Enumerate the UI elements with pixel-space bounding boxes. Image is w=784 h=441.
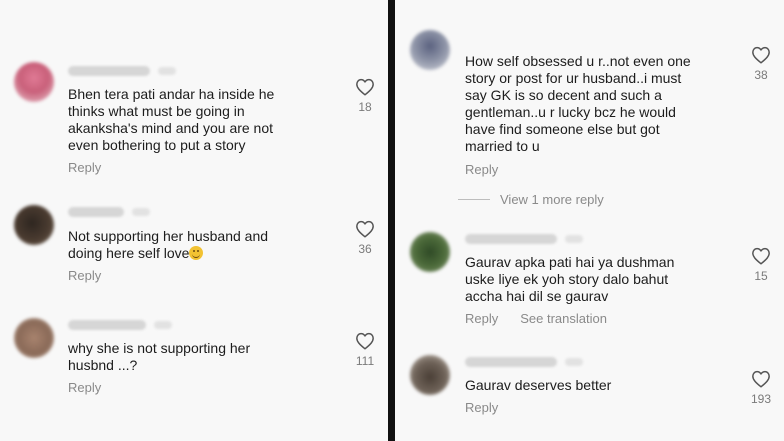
reply-button[interactable]: Reply — [465, 311, 498, 326]
like-count: 38 — [754, 68, 768, 82]
heart-outline-icon — [356, 220, 374, 238]
like-count: 15 — [754, 269, 768, 283]
like-button[interactable]: 15 — [749, 247, 773, 283]
like-count: 193 — [750, 392, 772, 406]
view-more-replies-button[interactable]: View 1 more reply — [458, 192, 604, 207]
like-count: 36 — [358, 242, 372, 256]
username-blurred[interactable] — [68, 207, 124, 217]
heart-outline-icon — [752, 370, 770, 388]
heart-outline-icon — [356, 332, 374, 350]
comment-text: why she is not supporting her husbnd ...… — [68, 340, 251, 373]
timestamp-blurred — [154, 321, 172, 329]
avatar[interactable] — [410, 232, 450, 272]
username-blurred[interactable] — [465, 234, 557, 244]
reply-button[interactable]: Reply — [465, 162, 498, 177]
timestamp-blurred — [132, 208, 150, 216]
reply-button[interactable]: Reply — [465, 400, 498, 415]
reply-button[interactable]: Reply — [68, 268, 101, 283]
panel-divider — [388, 0, 395, 441]
avatar[interactable] — [14, 205, 54, 245]
see-translation-button[interactable]: See translation — [520, 311, 607, 326]
comment-text: Gaurav apka pati hai ya dushman uske liy… — [465, 254, 675, 304]
timestamp-blurred — [565, 358, 583, 366]
avatar[interactable] — [14, 62, 54, 102]
like-button[interactable]: 193 — [749, 370, 773, 406]
heart-outline-icon — [752, 46, 770, 64]
heart-outline-icon — [356, 78, 374, 96]
username-blurred[interactable] — [68, 320, 146, 330]
like-button[interactable]: 36 — [353, 220, 377, 256]
like-button[interactable]: 18 — [353, 78, 377, 114]
timestamp-blurred — [158, 67, 176, 75]
heart-outline-icon — [752, 247, 770, 265]
reply-button[interactable]: Reply — [68, 380, 101, 395]
like-count: 18 — [358, 100, 372, 114]
avatar[interactable] — [14, 318, 54, 358]
comment-text: Gaurav deserves better — [465, 377, 612, 393]
smiling-face-emoji — [189, 246, 204, 260]
comment-text: How self obsessed u r..not even one stor… — [465, 53, 691, 154]
comment-text: Bhen tera pati andar ha inside he thinks… — [68, 86, 275, 153]
reply-button[interactable]: Reply — [68, 160, 101, 175]
view-more-line — [458, 199, 490, 200]
timestamp-blurred — [565, 235, 583, 243]
username-blurred[interactable] — [68, 66, 150, 76]
view-more-label: View 1 more reply — [500, 192, 604, 207]
like-count: 111 — [355, 354, 375, 368]
like-button[interactable]: 111 — [353, 332, 377, 368]
like-button[interactable]: 38 — [749, 46, 773, 82]
left-comments-panel — [0, 0, 388, 441]
comment-text-body: Not supporting her husband and doing her… — [68, 228, 269, 261]
avatar[interactable] — [410, 355, 450, 395]
comment-text: Not supporting her husband and doing her… — [68, 228, 338, 262]
avatar[interactable] — [410, 30, 450, 70]
username-blurred[interactable] — [465, 357, 557, 367]
